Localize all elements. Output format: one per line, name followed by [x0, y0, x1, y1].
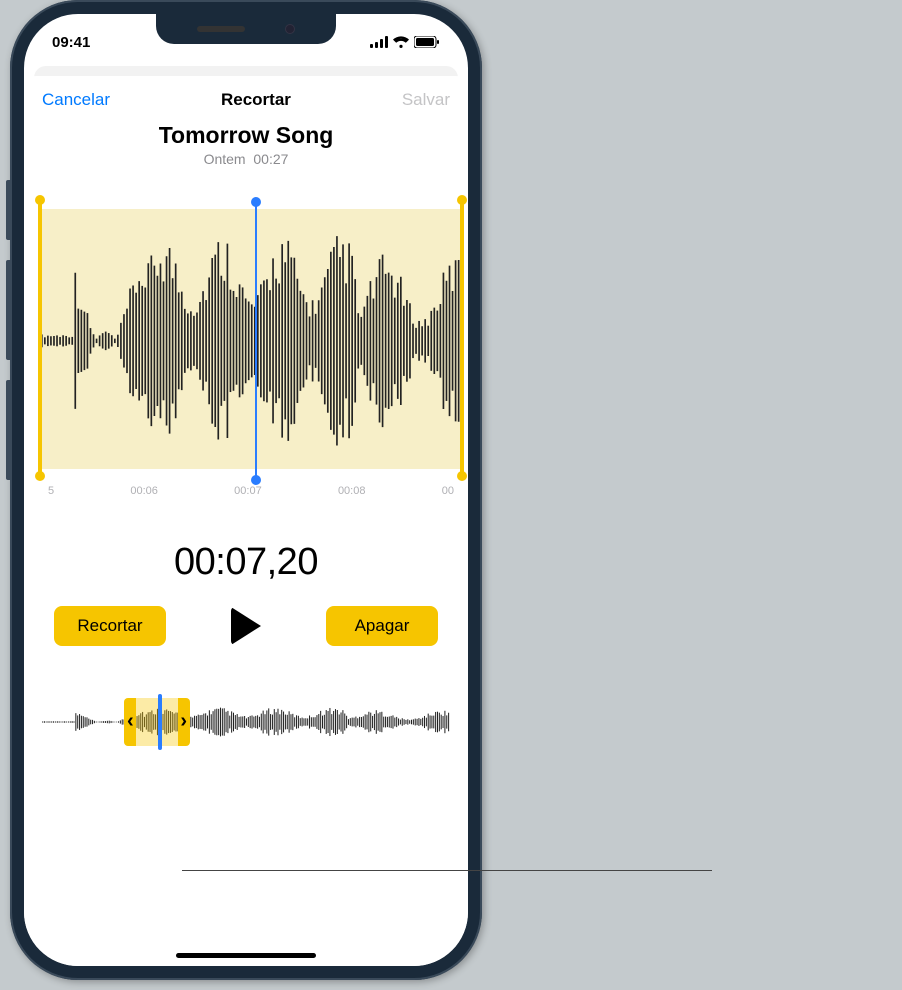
trim-sheet: Cancelar Recortar Salvar Tomorrow Song O…	[24, 76, 468, 966]
overview-selection-window[interactable]	[124, 698, 190, 746]
trim-handle-end[interactable]	[460, 203, 464, 479]
screen: 09:41 Cancelar Recortar Salvar Tomorrow …	[24, 14, 468, 966]
tick-label: 00:07	[234, 485, 262, 497]
tick-label: 00:06	[130, 485, 158, 497]
wifi-icon	[393, 36, 409, 48]
trim-button[interactable]: Recortar	[54, 606, 166, 646]
delete-button[interactable]: Apagar	[326, 606, 438, 646]
time-ruler: 5 00:06 00:07 00:08 00	[38, 485, 464, 497]
trim-handle-start[interactable]	[38, 203, 42, 479]
recording-when: Ontem	[204, 151, 246, 167]
cancel-button[interactable]: Cancelar	[42, 90, 110, 110]
callout-leader-line	[182, 870, 712, 871]
nav-bar: Cancelar Recortar Salvar	[24, 76, 468, 116]
current-time: 00:07,20	[24, 541, 468, 584]
iphone-device-frame: 09:41 Cancelar Recortar Salvar Tomorrow …	[10, 0, 482, 980]
cellular-icon	[370, 36, 388, 48]
recording-title: Tomorrow Song	[24, 122, 468, 149]
play-button[interactable]	[231, 607, 261, 645]
tick-label: 00:08	[338, 485, 366, 497]
status-time: 09:41	[52, 34, 90, 51]
waveform-zoom-view[interactable]: 5 00:06 00:07 00:08 00	[24, 209, 468, 479]
notch	[156, 14, 336, 44]
battery-icon	[414, 36, 440, 48]
controls-row: Recortar Apagar	[24, 584, 468, 646]
waveform-graphic	[38, 209, 464, 473]
tick-label: 5	[48, 485, 54, 497]
recording-meta: Ontem 00:27	[24, 151, 468, 167]
nav-title: Recortar	[221, 90, 291, 110]
waveform-overview[interactable]	[42, 698, 450, 746]
playhead[interactable]	[255, 201, 257, 481]
recording-duration: 00:27	[253, 151, 288, 167]
recording-header: Tomorrow Song Ontem 00:27	[24, 122, 468, 167]
save-button[interactable]: Salvar	[402, 90, 450, 110]
overview-waveform-graphic	[42, 704, 450, 740]
home-indicator[interactable]	[176, 953, 316, 958]
overview-playhead[interactable]	[158, 694, 162, 750]
tick-label: 00	[442, 485, 454, 497]
status-indicators	[370, 36, 440, 48]
